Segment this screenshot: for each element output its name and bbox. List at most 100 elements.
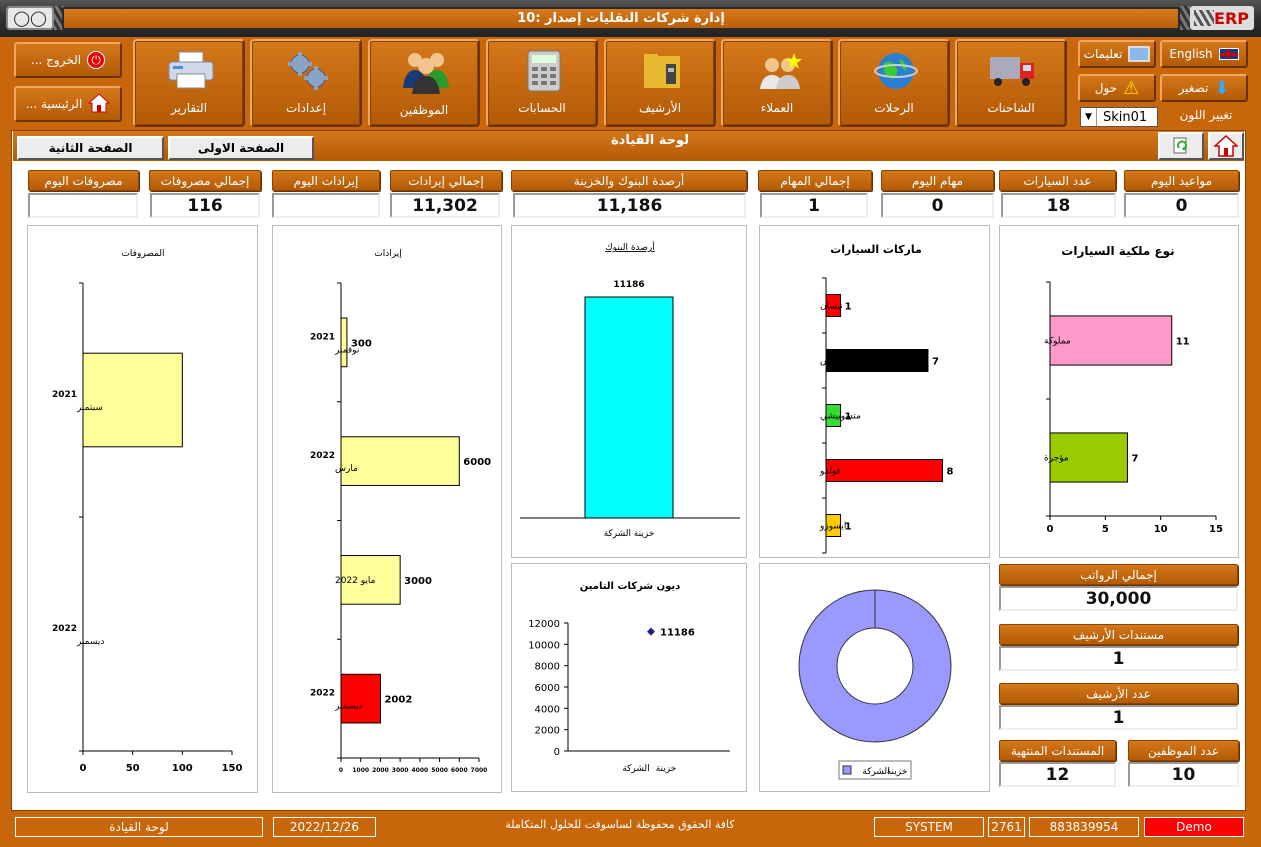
x-label-part: الشركة <box>622 764 649 774</box>
value-label: 7 <box>932 357 939 368</box>
x-tick-label: 7000 <box>471 767 488 774</box>
globe-icon <box>871 47 921 95</box>
bank-balances-label: أرصدة البنوك والخزينة <box>511 170 747 191</box>
category-label: ايسوزو <box>819 522 846 532</box>
calculator-icon <box>519 47 569 95</box>
x-tick-label: 100 <box>172 763 193 774</box>
minimize-button[interactable]: ⬇ تصغير <box>1160 74 1248 102</box>
status-screen: لوحة القيادة <box>15 817 263 837</box>
legend-label: الشركة <box>862 767 889 777</box>
dashboard-home-button[interactable] <box>1208 132 1244 160</box>
chart-title: نوع ملكية السيارات <box>1061 244 1174 259</box>
truck-icon <box>988 47 1038 95</box>
clients-button[interactable]: العملاء <box>721 39 833 127</box>
trips-button[interactable]: الرحلات <box>838 39 950 127</box>
category-label: 2021 <box>310 332 335 342</box>
x-tick-label: 4000 <box>412 767 429 774</box>
x-tick-label: 150 <box>222 763 243 774</box>
appointments-today-label: مواعيد اليوم <box>1124 170 1239 191</box>
archive-count-value: 1 <box>999 705 1238 730</box>
minimize-label: تصغير <box>1178 81 1209 95</box>
category-label: مارس <box>335 464 358 474</box>
skin-select[interactable]: ▼ Skin01 <box>1080 107 1158 127</box>
legend-label: خزينة <box>887 767 908 777</box>
banks-chart: أرصدة البنوك 11186 خزينة الشركة <box>511 225 747 558</box>
refresh-button[interactable] <box>1158 132 1204 160</box>
home-label: الرئيسية ... <box>25 97 83 111</box>
power-icon: ⏻ <box>87 51 106 69</box>
category-label: 2022 <box>52 624 77 634</box>
refresh-icon <box>1173 137 1188 154</box>
tab-first-page[interactable]: الصفحة الاولى <box>168 136 314 160</box>
home-button[interactable]: الرئيسية ... <box>14 86 122 122</box>
x-tick-label: 10 <box>1154 524 1168 535</box>
status-mode: Demo <box>1144 817 1244 837</box>
uk-flag-icon <box>1218 48 1239 60</box>
trucks-button[interactable]: الشاحنات <box>955 39 1067 127</box>
legend-swatch <box>842 765 852 775</box>
exit-button[interactable]: ⏻ الخروج ... <box>14 42 122 78</box>
category-label: مرسيدس <box>820 357 856 367</box>
value-label: 2002 <box>384 695 412 706</box>
window-title: إدارة شركات النقليات إصدار :10 <box>62 7 1180 30</box>
dashboard-title: لوحة القيادة <box>610 133 690 148</box>
revenue-chart: إيرادات 0 1000 2000 3000 4000 5000 6000 7000 2021… <box>272 225 502 793</box>
accounts-button[interactable]: الحسابات <box>486 39 598 127</box>
x-tick-label: 0 <box>339 767 343 774</box>
revenue-today-value <box>272 193 380 218</box>
expired-docs-value: 12 <box>999 762 1116 787</box>
printer-icon <box>166 47 216 95</box>
value-label: 3000 <box>404 576 432 587</box>
x-label-part: خزينة <box>656 764 677 774</box>
brand-text: ERP <box>1214 8 1249 28</box>
category-label: مؤجرة <box>1044 454 1069 464</box>
tab-second-page[interactable]: الصفحة الثانية <box>17 136 164 160</box>
bar <box>825 459 944 482</box>
trucks-label: الشاحنات <box>987 101 1035 115</box>
value-label: 6000 <box>463 457 491 468</box>
category-label: ديسمبر <box>76 637 104 647</box>
category-label: 2022 <box>310 689 335 699</box>
settings-label: إعدادات <box>285 101 327 115</box>
trips-label: الرحلات <box>874 101 914 115</box>
status-user: SYSTEM <box>874 817 984 837</box>
arrow-down-icon: ⬇ <box>1214 77 1230 99</box>
home-icon <box>1214 135 1238 157</box>
bar <box>584 296 674 519</box>
treasury-donut-chart: الشركة خزينة <box>759 563 990 792</box>
archive-count-label: عدد الأرشيف <box>999 683 1238 704</box>
category-label: مايو 2022 <box>335 576 376 586</box>
about-label: حول <box>1094 81 1118 95</box>
english-button[interactable]: English <box>1160 40 1248 68</box>
revenue-total-label: إجمالي إيرادات <box>390 170 502 191</box>
instructions-button[interactable]: تعليمات <box>1078 40 1156 68</box>
x-tick-label: 1000 <box>352 767 369 774</box>
category-label: خزينة الشركة <box>604 529 655 539</box>
accounts-label: الحسابات <box>518 101 566 115</box>
skin-value: Skin01 <box>1103 109 1148 125</box>
x-tick-label: 50 <box>126 763 140 774</box>
bar <box>340 317 348 368</box>
gears-icon <box>283 47 333 95</box>
x-tick-label: 5 <box>1102 524 1109 535</box>
cars-count-value: 18 <box>1001 193 1116 218</box>
title-decoration-right <box>1180 6 1190 30</box>
value-label: 1 <box>845 302 852 313</box>
clients-label: العملاء <box>760 101 794 115</box>
x-tick-label: 3000 <box>392 767 409 774</box>
reports-button[interactable]: التقارير <box>133 39 245 127</box>
archive-docs-label: مستندات الأرشيف <box>999 624 1238 645</box>
employees-count-value: 10 <box>1128 762 1239 787</box>
category-label: مملوكة <box>1044 337 1071 347</box>
x-tick-label: 6000 <box>451 767 468 774</box>
archive-button[interactable]: الأرشيف <box>604 39 716 127</box>
x-tick-label: 5000 <box>431 767 448 774</box>
employees-button[interactable]: الموظفين <box>368 39 480 127</box>
y-tick-label: 8000 <box>535 662 560 673</box>
about-button[interactable]: ⚠ حول <box>1078 74 1156 102</box>
chevron-down-icon: ▼ <box>1081 108 1097 126</box>
settings-button[interactable]: إعدادات <box>250 39 362 127</box>
expired-docs-label: المستندات المنتهية <box>999 740 1116 761</box>
chart-title: ماركات السيارات <box>830 243 922 256</box>
tasks-total-label: إجمالي المهام <box>758 170 872 191</box>
